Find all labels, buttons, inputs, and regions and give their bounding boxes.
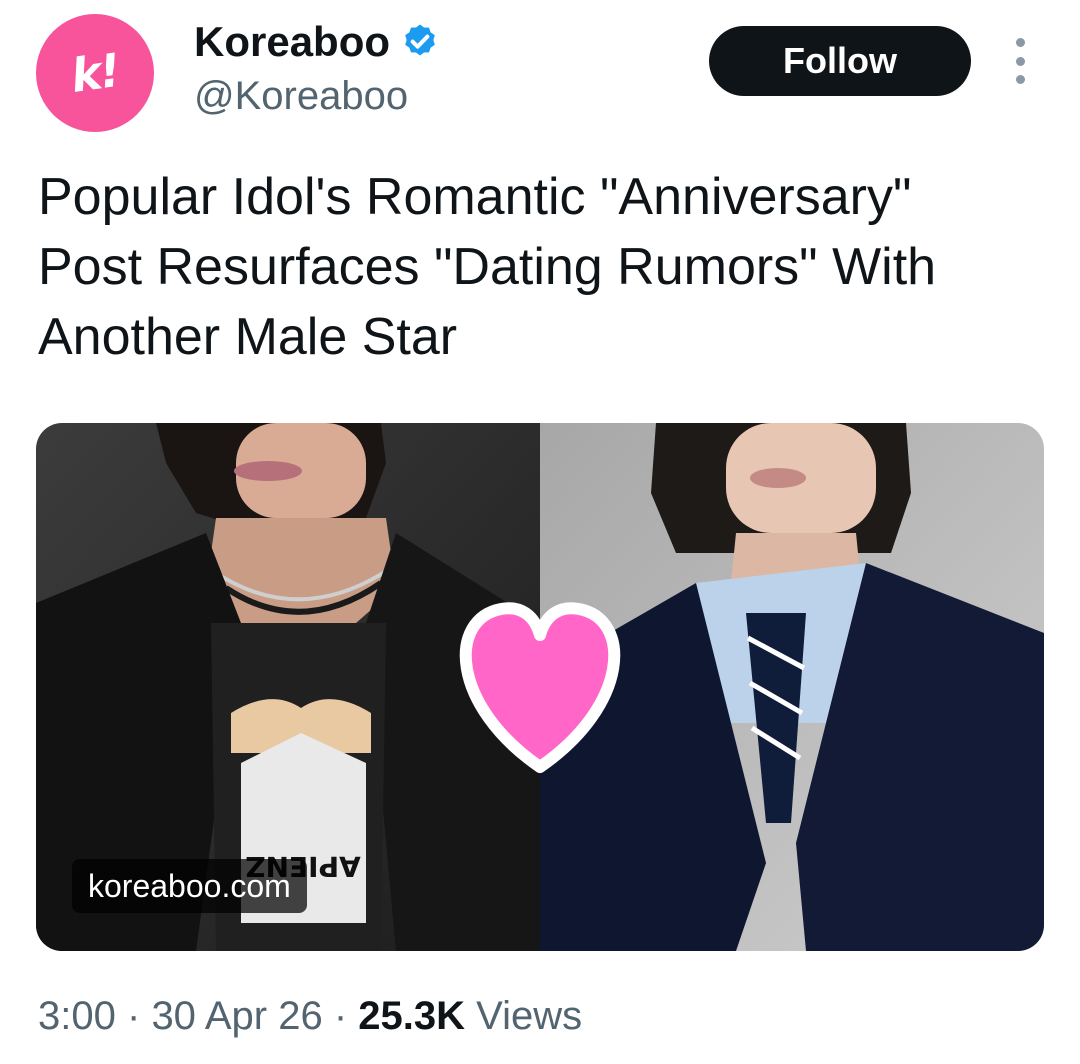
tweet-text-line: Post Resurfaces "Dating Rumors" With <box>38 238 937 296</box>
tweet-date[interactable]: 30 Apr 26 <box>151 994 322 1038</box>
koreaboo-logo: k! <box>67 42 123 104</box>
meta-separator: · <box>126 994 141 1038</box>
more-dot <box>1015 56 1025 66</box>
avatar[interactable]: k! <box>36 14 154 132</box>
tweet-text-line: Popular Idol's Romantic "Anniversary" <box>38 168 912 226</box>
follow-button[interactable]: Follow <box>709 26 971 96</box>
tweet-text-line: Another Male Star <box>38 308 458 366</box>
link-domain-label[interactable]: koreaboo.com <box>72 859 307 913</box>
meta-separator: · <box>333 994 348 1038</box>
more-dot <box>1015 38 1025 47</box>
tweet-text: Popular Idol's Romantic "Anniversary" Po… <box>38 162 1038 372</box>
views-count: 25.3K <box>358 994 466 1038</box>
display-name[interactable]: Koreaboo <box>194 18 390 66</box>
tweet-meta: 3:00 · 30 Apr 26 · 25.3K Views <box>38 994 582 1039</box>
views-label: Views <box>476 994 583 1038</box>
left-lips <box>234 461 302 481</box>
right-lips <box>750 468 806 488</box>
tweet-time[interactable]: 3:00 <box>38 994 116 1038</box>
more-options-icon[interactable] <box>1004 38 1036 84</box>
verified-badge-icon <box>405 24 435 56</box>
account-handle[interactable]: @Koreaboo <box>194 74 408 119</box>
more-dot <box>1015 75 1025 84</box>
tweet-media-image[interactable]: APIENZ koreaboo.com <box>36 423 1044 951</box>
account-name-row: Koreaboo <box>194 18 440 66</box>
